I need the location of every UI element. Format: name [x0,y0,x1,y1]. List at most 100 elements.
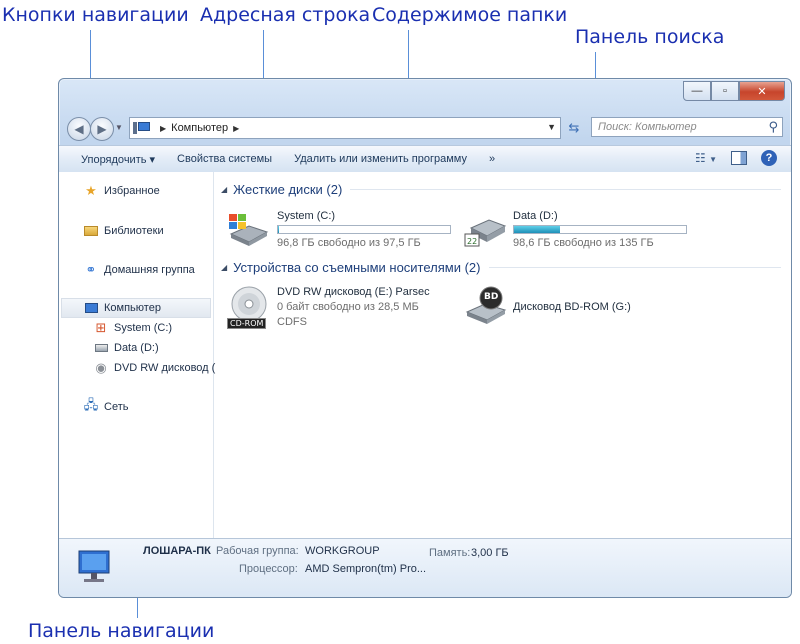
sidebar-item-system-c[interactable]: ⊞ System (C:) [93,320,173,335]
collapse-triangle-icon[interactable]: ◢ [221,185,227,194]
computer-icon [83,301,99,315]
processor-label: Процессор: [239,563,298,575]
network-icon: 🖧 [83,397,99,412]
cd-rom-badge: CD-ROM [227,318,267,329]
drive-c-usage-bar [277,225,451,234]
close-button[interactable]: ✕ [739,81,785,101]
windows-drive-icon [229,214,269,246]
sidebar-item-label: Компьютер [104,302,161,314]
drive-name: Data (D:) [513,210,558,222]
details-pane: ЛОШАРА-ПК Рабочая группа: WORKGROUP Памя… [59,538,791,597]
workgroup-value: WORKGROUP [305,545,380,557]
drive-name: DVD RW дисковод (E:) Parsec [277,286,430,298]
search-icon[interactable]: ⚲ [768,119,778,135]
drive-name: System (C:) [277,210,336,222]
organize-button[interactable]: Упорядочить ▾ [81,153,155,166]
drive-c[interactable]: System (C:) 96,8 ГБ свободно из 97,5 ГБ [227,206,457,250]
sidebar-item-label: Библиотеки [104,225,164,237]
sidebar-item-label: Избранное [104,185,160,197]
usage-fill [278,226,280,233]
sidebar-item-label: DVD RW дисковод ( [114,362,216,374]
drive-d-usage-bar [513,225,687,234]
minimize-button[interactable]: — [683,81,711,101]
sidebar-item-label: System (C:) [114,322,173,334]
bd-badge: BD [484,292,499,302]
recent-pages-chevron-down-icon[interactable]: ▼ [115,123,123,132]
arrow-right-icon: ▶ [97,122,107,136]
search-input[interactable]: Поиск: Компьютер ⚲ [591,117,783,137]
back-button[interactable]: ◀ [67,117,91,141]
libraries-icon [83,224,99,238]
sidebar-item-network[interactable]: 🖧 Сеть [83,397,129,414]
address-chevron-down-icon[interactable]: ▼ [547,122,556,132]
computer-monitor-icon [78,550,110,582]
breadcrumb-separator-icon[interactable]: ▶ [160,124,166,133]
annotation-folder-content: Содержимое папки [372,4,568,26]
windows-drive-icon: ⊞ [95,320,107,335]
workgroup-label: Рабочая группа: [216,545,299,557]
bd-drive-icon [465,286,507,324]
system-properties-button[interactable]: Свойства системы [177,153,272,165]
group-header-removable[interactable]: ◢ Устройства со съемными носителями (2) [221,260,781,275]
refresh-button[interactable]: ⇆ [563,119,585,137]
sidebar-item-computer[interactable]: Компьютер [83,301,161,315]
more-commands-button[interactable]: » [489,153,495,165]
svg-text:22: 22 [467,237,477,246]
group-header-hard-disks[interactable]: ◢ Жесткие диски (2) [221,182,781,197]
breadcrumb-computer[interactable]: Компьютер [171,122,228,134]
drive-name: Дисковод BD-ROM (G:) [513,301,631,313]
forward-button[interactable]: ▶ [90,117,114,141]
maximize-button[interactable]: ▫ [711,81,739,101]
group-divider [350,189,781,190]
drive-filesystem: CDFS [277,316,307,328]
hard-drive-icon: 22 [464,219,507,247]
annotation-nav-buttons: Кнопки навигации [2,4,189,26]
change-view-button[interactable]: ☷ ▼ [695,151,717,165]
sidebar-item-dvd[interactable]: ◉ DVD RW дисковод ( [93,360,216,375]
toolbar-right: ☷ ▼ ? [695,150,777,166]
drive-free-space: 98,6 ГБ свободно из 135 ГБ [513,237,654,249]
sidebar-item-label: Сеть [104,401,129,413]
annotation-search-panel: Панель поиска [575,26,725,48]
drive-dvd[interactable]: CD-ROM DVD RW дисковод (E:) Parsec 0 бай… [227,284,457,332]
address-bar[interactable]: ▶ Компьютер ▶ ▼ [129,117,561,139]
breadcrumb-separator-icon[interactable]: ▶ [233,124,239,133]
processor-value: AMD Sempron(tm) Pro... [305,563,427,575]
annotation-address-bar: Адресная строка [200,4,371,26]
explorer-window: — ▫ ✕ ◀ ▶ ▼ ▶ Компьютер ▶ ▼ ⇆ Поиск: Ком… [58,78,792,598]
memory-label: Память: [429,547,471,559]
sidebar-item-favorites[interactable]: ★ Избранное [83,183,160,198]
sidebar-item-label: Data (D:) [114,342,159,354]
chevron-down-icon: ▼ [709,155,717,164]
navigation-pane: ★ Избранное Библиотеки ⚭ Домашняя группа… [59,172,216,538]
sidebar-item-label: Домашняя группа [104,264,195,276]
group-title: Устройства со съемными носителями (2) [233,260,481,275]
computer-icon [133,122,151,134]
arrow-left-icon: ◀ [74,122,84,136]
group-divider [488,267,781,268]
homegroup-icon: ⚭ [85,262,97,277]
star-icon: ★ [85,183,97,198]
hard-drive-icon [93,341,109,355]
uninstall-program-button[interactable]: Удалить или изменить программу [294,153,467,165]
refresh-icon: ⇆ [568,120,580,135]
window-controls: — ▫ ✕ [683,81,785,101]
sidebar-item-homegroup[interactable]: ⚭ Домашняя группа [83,262,195,277]
computer-name: ЛОШАРА-ПК [143,545,211,557]
help-button[interactable]: ? [761,150,777,166]
folder-content: ◢ Жесткие диски (2) System (C:) 96,8 ГБ … [215,172,791,538]
preview-pane-button[interactable] [731,151,747,165]
drive-free-space: 96,8 ГБ свободно из 97,5 ГБ [277,237,421,249]
search-placeholder: Поиск: Компьютер [598,121,697,133]
sidebar-item-data-d[interactable]: Data (D:) [93,341,159,355]
collapse-triangle-icon[interactable]: ◢ [221,263,227,272]
drive-d[interactable]: 22 Data (D:) 98,6 ГБ свободно из 135 ГБ [463,206,703,250]
usage-fill [514,226,561,233]
sidebar-item-libraries[interactable]: Библиотеки [83,224,164,238]
group-title: Жесткие диски (2) [233,182,343,197]
content-area: ★ Избранное Библиотеки ⚭ Домашняя группа… [59,172,791,538]
command-bar: Упорядочить ▾ Свойства системы Удалить и… [59,145,791,173]
annotation-nav-pane: Панель навигации [28,620,215,642]
navigation-row: ◀ ▶ ▼ ▶ Компьютер ▶ ▼ ⇆ Поиск: Компьютер… [59,115,791,141]
drive-bd[interactable]: BD Дисковод BD-ROM (G:) [463,284,703,332]
